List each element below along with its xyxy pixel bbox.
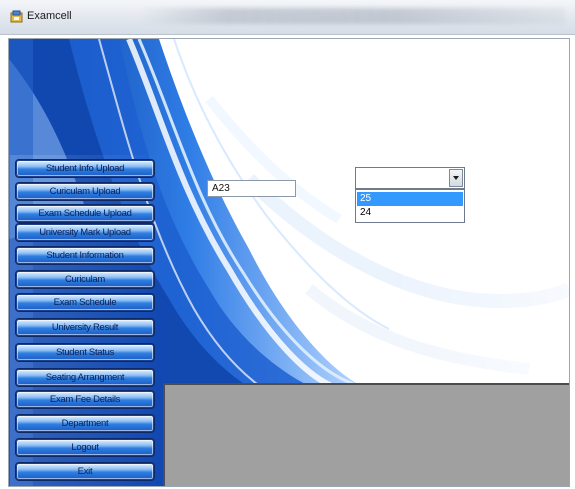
- student-information-button[interactable]: Student Information: [16, 247, 154, 264]
- window-title: Examcell: [27, 10, 72, 22]
- app-window: Examcell Student Info Upload Curiculam U…: [0, 0, 575, 489]
- exam-schedule-upload-button[interactable]: Exam Schedule Upload: [16, 205, 154, 222]
- year-combobox[interactable]: [355, 167, 465, 189]
- university-result-button[interactable]: University Result: [16, 319, 154, 336]
- app-icon: [10, 10, 23, 23]
- exam-schedule-button[interactable]: Exam Schedule: [16, 294, 154, 311]
- department-button[interactable]: Department: [16, 415, 154, 432]
- content-panel: [163, 383, 569, 486]
- dropdown-option-24[interactable]: 24: [357, 206, 463, 220]
- student-info-upload-button[interactable]: Student Info Upload: [16, 160, 154, 177]
- university-mark-upload-button[interactable]: University Mark Upload: [16, 224, 154, 241]
- curiculam-upload-button[interactable]: Curiculam Upload: [16, 183, 154, 200]
- chevron-down-icon[interactable]: [449, 169, 463, 187]
- curiculam-button[interactable]: Curiculam: [16, 271, 154, 288]
- code-input[interactable]: A23: [207, 180, 296, 197]
- seating-arrangment-button[interactable]: Seating Arrangment: [16, 369, 154, 386]
- title-bar[interactable]: Examcell: [0, 0, 575, 35]
- main-form: Student Info Upload Curiculam Upload Exa…: [8, 38, 570, 487]
- dropdown-option-25[interactable]: 25: [357, 192, 463, 206]
- exam-fee-details-button[interactable]: Exam Fee Details: [16, 391, 154, 408]
- student-status-button[interactable]: Student Status: [16, 344, 154, 361]
- exit-button[interactable]: Exit: [16, 463, 154, 480]
- logout-button[interactable]: Logout: [16, 439, 154, 456]
- title-bar-blur: [140, 8, 565, 24]
- year-dropdown-list: 25 24: [355, 189, 465, 223]
